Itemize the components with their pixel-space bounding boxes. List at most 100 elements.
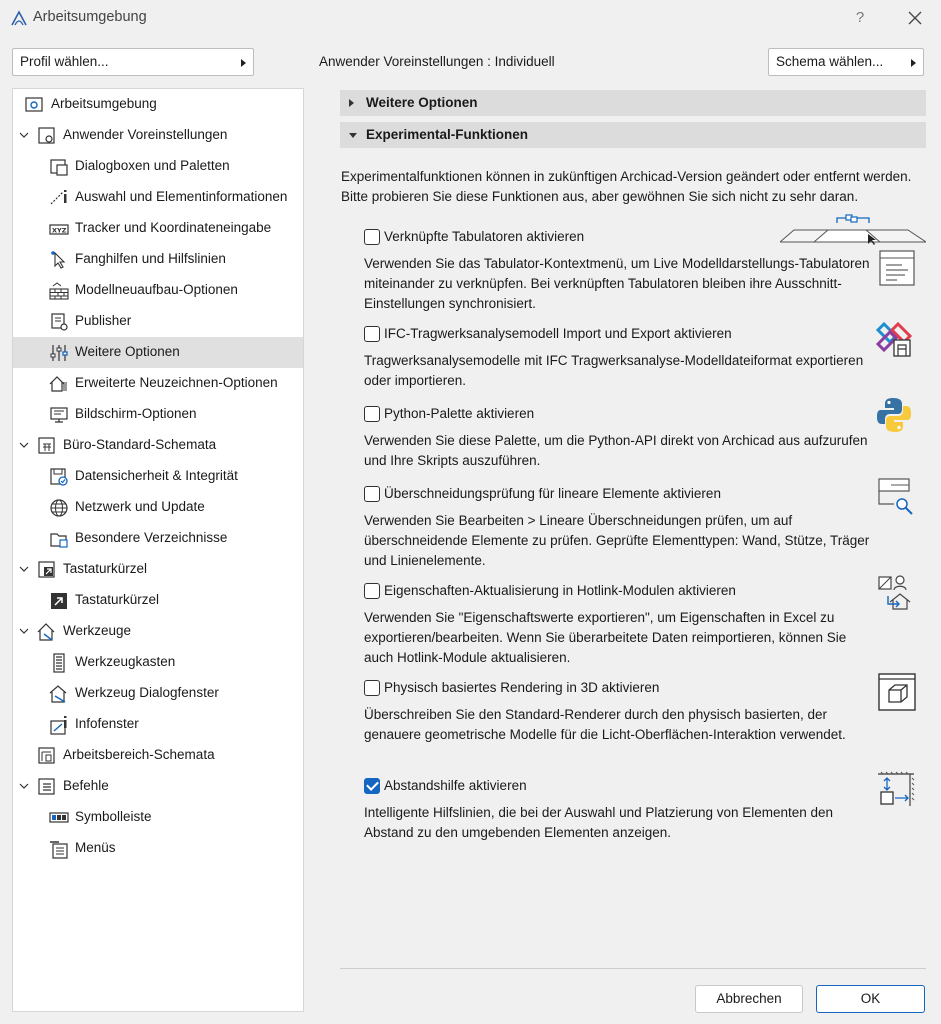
close-button[interactable]	[903, 7, 927, 29]
triangle-right-icon	[349, 99, 354, 107]
tree-item-werkzeug-dialogfenster[interactable]: Werkzeug Dialogfenster	[13, 678, 303, 709]
archicad-logo-icon	[11, 10, 27, 26]
xyz-tracker-icon: XYZ	[49, 224, 69, 235]
tree-item-datensicherheit[interactable]: Datensicherheit & Integrität	[13, 461, 303, 492]
tree-item-besondere-verzeichnisse[interactable]: Besondere Verzeichnisse	[13, 523, 303, 554]
chevron-down-icon	[19, 566, 29, 572]
tree-item-arbeitsumgebung[interactable]: Arbeitsumgebung	[13, 89, 303, 120]
distance-guide-checkbox-row[interactable]: Abstandshilfe aktivieren	[364, 777, 864, 795]
settings-tree: Arbeitsumgebung Anwender Voreinstellunge…	[12, 88, 304, 1012]
tree-item-erweiterte-neuzeichnen[interactable]: Erweiterte Neuzeichnen-Optionen	[13, 368, 303, 399]
section-weitere-optionen[interactable]: Weitere Optionen	[340, 90, 926, 116]
footer-divider	[340, 968, 926, 969]
chevron-down-icon	[19, 442, 29, 448]
profile-select-label: Profil wählen...	[20, 54, 109, 69]
tree-item-tastaturkuerzel[interactable]: Tastaturkürzel	[13, 585, 303, 616]
pbr-rendering-checkbox[interactable]	[364, 680, 380, 696]
shortcut-schema-icon	[38, 561, 55, 578]
chevron-down-icon	[19, 628, 29, 634]
help-button[interactable]: ?	[848, 7, 872, 29]
data-safety-icon	[50, 468, 68, 486]
schema-select-button[interactable]: Schema wählen...	[768, 48, 924, 76]
user-preferences-status: Anwender Voreinstellungen : Individuell	[319, 54, 555, 69]
tree-item-infofenster[interactable]: Infofenster	[13, 709, 303, 740]
tree-item-anwender-voreinstellungen[interactable]: Anwender Voreinstellungen	[13, 120, 303, 151]
tree-item-weitere-optionen[interactable]: Weitere Optionen	[13, 337, 303, 368]
pbr-rendering-checkbox-row[interactable]: Physisch basiertes Rendering in 3D aktiv…	[364, 679, 864, 697]
tree-item-tracker[interactable]: XYZ Tracker und Koordinateneingabe	[13, 213, 303, 244]
title-bar: Arbeitsumgebung ?	[0, 0, 941, 36]
ifc-logo-icon	[875, 321, 913, 357]
ifc-structural-checkbox-row[interactable]: IFC-Tragwerksanalysemodell Import und Ex…	[364, 325, 864, 343]
shortcut-key-icon	[51, 593, 67, 609]
info-box-icon	[50, 716, 67, 735]
tree-item-modellneuaufbau[interactable]: Modellneuaufbau-Optionen	[13, 275, 303, 306]
folder-icon	[50, 533, 68, 548]
user-pref-label: Anwender Voreinstellungen :	[319, 54, 491, 69]
menu-list-icon	[50, 841, 68, 859]
workspace-gear-icon	[25, 97, 43, 112]
tree-item-arbeitsbereich-schemata[interactable]: Arbeitsbereich-Schemata	[13, 740, 303, 771]
tools-house-icon	[37, 623, 55, 641]
linear-collision-checkbox[interactable]	[364, 486, 380, 502]
publisher-icon	[51, 313, 68, 331]
hotlink-update-icon	[878, 575, 911, 610]
main-panel: Weitere Optionen Experimental-Funktionen…	[340, 88, 926, 968]
tree-item-publisher[interactable]: Publisher	[13, 306, 303, 337]
tool-dialog-icon	[49, 685, 67, 703]
python-palette-checkbox[interactable]	[364, 406, 380, 422]
brick-wall-icon	[49, 282, 69, 300]
selection-info-icon	[50, 190, 67, 205]
tree-item-netzwerk[interactable]: Netzwerk und Update	[13, 492, 303, 523]
top-toolbar: Profil wählen... Anwender Voreinstellung…	[0, 48, 941, 78]
tab-document-icon	[879, 250, 915, 286]
distance-guide-checkbox[interactable]	[364, 778, 380, 794]
tree-item-werkzeugkasten[interactable]: Werkzeugkasten	[13, 647, 303, 678]
schema-select-label: Schema wählen...	[776, 54, 884, 69]
globe-icon	[50, 499, 68, 517]
menu-arrow-icon	[241, 59, 246, 67]
svg-text:XYZ: XYZ	[52, 227, 67, 235]
triangle-down-icon	[349, 133, 357, 138]
python-palette-checkbox-row[interactable]: Python-Palette aktivieren	[364, 405, 864, 423]
tree-item-menues[interactable]: Menüs	[13, 833, 303, 864]
toolbox-icon	[53, 653, 65, 673]
monitor-icon	[50, 407, 68, 423]
hotlink-properties-checkbox[interactable]	[364, 583, 380, 599]
linear-collision-checkbox-row[interactable]: Überschneidungsprüfung für lineare Eleme…	[364, 485, 864, 503]
linked-tabs-icon	[780, 214, 926, 245]
window-title: Arbeitsumgebung	[33, 9, 147, 25]
ifc-structural-checkbox[interactable]	[364, 326, 380, 342]
tree-item-bildschirm-optionen[interactable]: Bildschirm-Optionen	[13, 399, 303, 430]
python-logo-icon	[877, 398, 911, 432]
house-settings-icon	[49, 376, 67, 392]
office-standard-icon	[38, 437, 55, 454]
3d-cube-window-icon	[878, 673, 916, 711]
profile-select-button[interactable]: Profil wählen...	[12, 48, 254, 76]
section-experimental-funktionen[interactable]: Experimental-Funktionen	[340, 122, 926, 148]
snap-guide-icon	[51, 251, 66, 269]
menu-arrow-icon	[911, 59, 916, 67]
tree-item-symbolleiste[interactable]: Symbolleiste	[13, 802, 303, 833]
commands-icon	[38, 778, 55, 795]
linked-tabs-checkbox[interactable]	[364, 229, 380, 245]
dialog-palette-icon	[50, 159, 68, 176]
tree-item-buero-standard-schemata[interactable]: Büro-Standard-Schemata	[13, 430, 303, 461]
tree-item-werkzeuge[interactable]: Werkzeuge	[13, 616, 303, 647]
tree-item-dialogboxen[interactable]: Dialogboxen und Paletten	[13, 151, 303, 182]
tree-item-auswahl[interactable]: Auswahl und Elementinformationen	[13, 182, 303, 213]
workspace-schema-icon	[38, 747, 55, 764]
cancel-button[interactable]: Abbrechen	[695, 985, 803, 1013]
close-icon	[908, 11, 922, 25]
user-pref-value: Individuell	[494, 54, 555, 69]
distance-guide-icon	[878, 771, 915, 806]
tree-item-befehle[interactable]: Befehle	[13, 771, 303, 802]
hotlink-properties-checkbox-row[interactable]: Eigenschaften-Aktualisierung in Hotlink-…	[364, 582, 864, 600]
tree-item-tastaturkuerzel-group[interactable]: Tastaturkürzel	[13, 554, 303, 585]
user-settings-icon	[38, 127, 55, 144]
chevron-down-icon	[19, 783, 29, 789]
ok-button[interactable]: OK	[816, 985, 925, 1013]
chevron-down-icon	[19, 132, 29, 138]
tree-item-fanghilfen[interactable]: Fanghilfen und Hilfslinien	[13, 244, 303, 275]
sliders-icon	[50, 345, 68, 361]
